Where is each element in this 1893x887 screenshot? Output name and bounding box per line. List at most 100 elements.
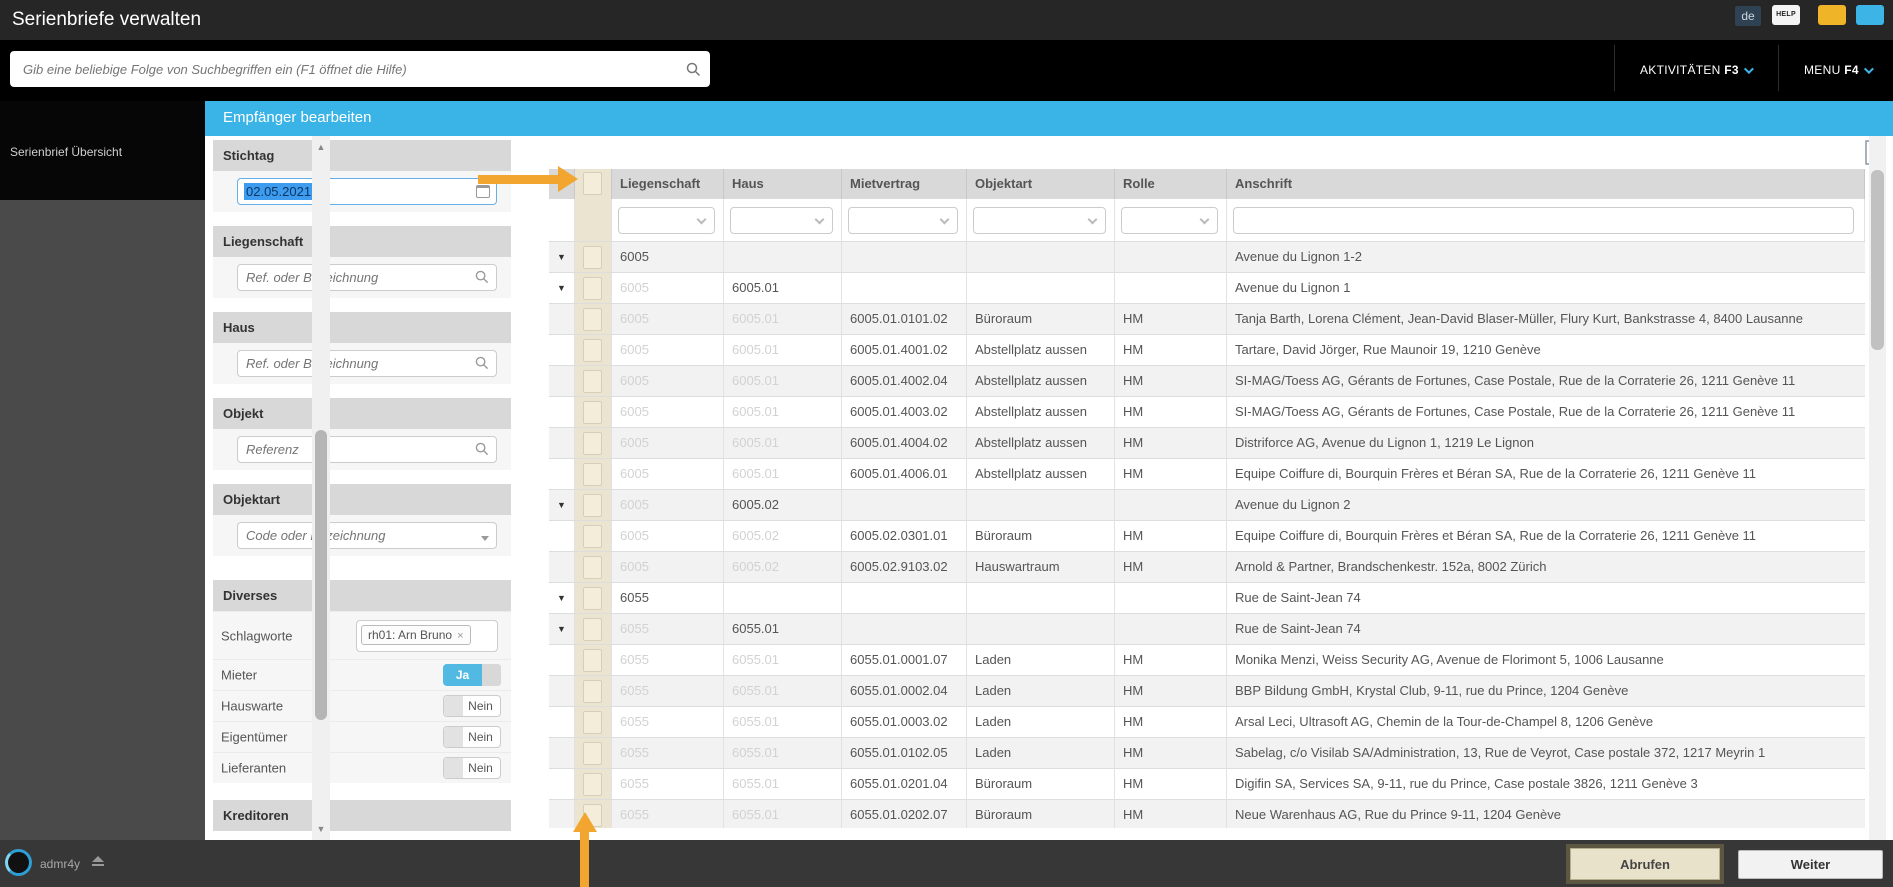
table-row[interactable]: 6005 6005.01 6005.01.4003.02 Abstellplatz a…	[549, 397, 1865, 428]
cell-liegenschaft: 6055	[612, 800, 724, 828]
stichtag-date-input[interactable]: 02.05.2021	[237, 178, 497, 205]
row-checkbox[interactable]	[583, 649, 602, 672]
table-row[interactable]: ▼ 6005 6005.01 Avenue du Lignon 1	[549, 273, 1865, 304]
table-row[interactable]: 6055 6055.01 6055.01.0102.05 Laden HM Sabelag…	[549, 738, 1865, 769]
table-row[interactable]: 6005 6005.01 6005.01.0101.02 Büroraum HM Tanj…	[549, 304, 1865, 335]
row-checkbox[interactable]	[583, 711, 602, 734]
filter-select-liegenschaft[interactable]	[618, 207, 715, 234]
liegenschaft-input[interactable]	[237, 264, 497, 291]
scroll-down-icon[interactable]: ▼	[312, 824, 330, 834]
row-checkbox[interactable]	[583, 277, 602, 300]
abrufen-button[interactable]: Abrufen	[1570, 848, 1720, 880]
row-checkbox[interactable]	[583, 773, 602, 796]
column-header-objektart[interactable]: Objektart	[967, 169, 1115, 199]
row-checkbox[interactable]	[583, 494, 602, 517]
filter-select-objektart[interactable]	[973, 207, 1106, 234]
toggle-switch[interactable]: Nein	[443, 726, 501, 748]
scrollbar-thumb[interactable]	[1871, 170, 1884, 350]
help-bubble-icon[interactable]: HELP	[1772, 5, 1800, 25]
column-header-haus[interactable]: Haus	[724, 169, 842, 199]
toggle-label: Hauswarte	[221, 698, 284, 714]
column-header-anschrift[interactable]: Anschrift	[1227, 169, 1865, 199]
stichtag-value: 02.05.2021	[244, 183, 314, 200]
language-badge[interactable]: de	[1735, 6, 1761, 26]
row-checkbox[interactable]	[583, 246, 602, 269]
main-menu[interactable]: MENU F4	[1804, 63, 1874, 77]
table-row[interactable]: 6055 6055.01 6055.01.0003.02 Laden HM Arsal L…	[549, 707, 1865, 738]
dropdown-caret-icon[interactable]	[481, 536, 489, 541]
select-all-checkbox[interactable]	[583, 172, 602, 195]
row-checkbox[interactable]	[583, 308, 602, 331]
row-checkbox[interactable]	[583, 370, 602, 393]
table-row[interactable]: 6005 6005.02 6005.02.9103.02 Hauswartraum HM…	[549, 552, 1865, 583]
table-row[interactable]: 6005 6005.01 6005.01.4002.04 Abstellplatz a…	[549, 366, 1865, 397]
cell-liegenschaft: 6055	[612, 707, 724, 737]
expand-icon[interactable]: ▼	[549, 273, 575, 303]
weiter-button[interactable]: Weiter	[1738, 850, 1883, 879]
table-row[interactable]: 6055 6055.01 6055.01.0001.07 Laden HM Monika …	[549, 645, 1865, 676]
row-checkbox[interactable]	[583, 339, 602, 362]
row-checkbox[interactable]	[583, 463, 602, 486]
filter-select-rolle[interactable]	[1121, 207, 1218, 234]
column-header-liegenschaft[interactable]: Liegenschaft	[612, 169, 724, 199]
checkbox-cell	[575, 769, 612, 799]
row-checkbox[interactable]	[583, 432, 602, 455]
upload-icon[interactable]	[92, 856, 104, 868]
table-row[interactable]: ▼ 6005 Avenue du Lignon 1-2	[549, 242, 1865, 273]
row-checkbox[interactable]	[583, 587, 602, 610]
table-row[interactable]: 6005 6005.01 6005.01.4004.02 Abstellplatz a…	[549, 428, 1865, 459]
filter-input-anschrift[interactable]	[1233, 207, 1854, 234]
column-header-mietvertrag[interactable]: Mietvertrag	[842, 169, 967, 199]
toggle-label: Eigentümer	[221, 729, 288, 745]
toggle-switch[interactable]: Nein	[443, 695, 501, 717]
schlagworte-tag-input[interactable]: rh01: Arn Bruno ×	[356, 620, 498, 652]
row-checkbox[interactable]	[583, 618, 602, 641]
table-row[interactable]: ▼ 6005 6005.02 Avenue du Lignon 2	[549, 490, 1865, 521]
sidebar-item-serienbrief-uebersicht[interactable]: Serienbrief Übersicht	[10, 145, 122, 159]
toggle-switch[interactable]: Nein	[443, 757, 501, 779]
table-row[interactable]: ▼ 6055 6055.01 Rue de Saint-Jean 74	[549, 614, 1865, 645]
expand-cell	[549, 707, 575, 737]
cell-haus: 6005.01	[724, 397, 842, 427]
toggle-switch[interactable]: Ja	[443, 664, 501, 686]
column-header-rolle[interactable]: Rolle	[1115, 169, 1227, 199]
table-row[interactable]: 6055 6055.01 6055.01.0201.04 Büroraum HM Digi…	[549, 769, 1865, 800]
expand-icon[interactable]: ▼	[549, 490, 575, 520]
cell-haus	[724, 583, 842, 613]
checkbox-cell	[575, 676, 612, 706]
row-checkbox[interactable]	[583, 556, 602, 579]
objekt-input[interactable]	[237, 436, 497, 463]
objektart-input[interactable]	[237, 522, 497, 549]
search-input[interactable]	[10, 51, 710, 87]
remove-tag-icon[interactable]: ×	[457, 630, 463, 642]
chat-bubble-icon[interactable]	[1856, 5, 1884, 25]
expand-icon[interactable]: ▼	[549, 583, 575, 613]
table-row[interactable]: 6005 6005.01 6005.01.4001.02 Abstellplatz a…	[549, 335, 1865, 366]
filter-section-haus: Haus	[213, 312, 511, 384]
table-row[interactable]: 6005 6005.01 6005.01.4006.01 Abstellplatz a…	[549, 459, 1865, 490]
cell-mietvertrag	[842, 242, 967, 272]
expand-cell	[549, 366, 575, 396]
activities-menu[interactable]: AKTIVITÄTEN F3	[1640, 63, 1754, 77]
haus-input[interactable]	[237, 350, 497, 377]
cell-objektart: Büroraum	[967, 304, 1115, 334]
table-row[interactable]: ▼ 6055 Rue de Saint-Jean 74	[549, 583, 1865, 614]
filter-select-haus[interactable]	[730, 207, 833, 234]
scrollbar-thumb[interactable]	[315, 430, 327, 720]
feedback-bubble-icon[interactable]	[1818, 5, 1846, 25]
cell-rolle: HM	[1115, 397, 1227, 427]
row-checkbox[interactable]	[583, 742, 602, 765]
table-scrollbar[interactable]	[1869, 136, 1886, 840]
expand-icon[interactable]: ▼	[549, 242, 575, 272]
cell-objektart: Abstellplatz aussen	[967, 428, 1115, 458]
row-checkbox[interactable]	[583, 401, 602, 424]
table-row[interactable]: 6005 6005.02 6005.02.0301.01 Büroraum HM Equi…	[549, 521, 1865, 552]
scroll-up-icon[interactable]: ▲	[312, 142, 330, 152]
filter-select-mietvertrag[interactable]	[848, 207, 958, 234]
row-checkbox[interactable]	[583, 680, 602, 703]
expand-icon[interactable]: ▼	[549, 614, 575, 644]
filter-scrollbar[interactable]: ▲ ▼	[312, 136, 330, 840]
row-checkbox[interactable]	[583, 525, 602, 548]
table-row[interactable]: 6055 6055.01 6055.01.0002.04 Laden HM BBP Bil…	[549, 676, 1865, 707]
table-row[interactable]: 6055 6055.01 6055.01.0202.07 Büroraum HM Neue…	[549, 800, 1865, 828]
